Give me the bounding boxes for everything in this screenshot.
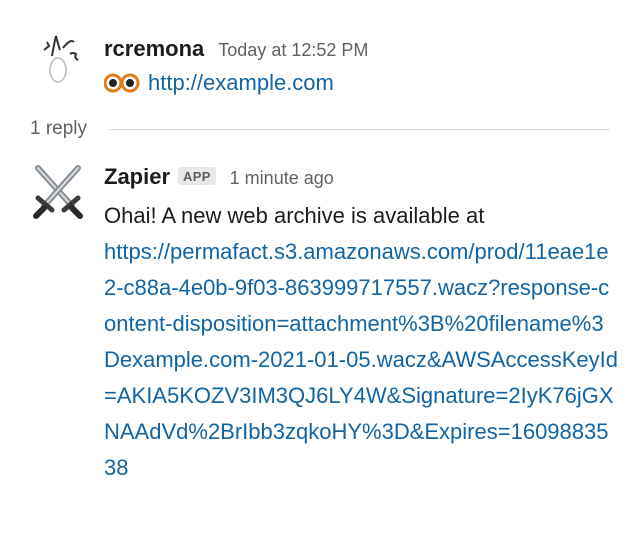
avatar[interactable] [30,162,86,219]
timestamp[interactable]: 1 minute ago [230,168,334,189]
crossed-swords-icon [33,165,83,219]
message-zapier: Zapier APP 1 minute ago Ohai! A new web … [0,0,640,541]
message-text: Ohai! A new web archive is available at [104,203,485,228]
message-header: Zapier APP 1 minute ago [104,164,334,190]
archive-link[interactable]: https://permafact.s3.amazonaws.com/prod/… [104,234,619,486]
message-body: Ohai! A new web archive is available at … [104,198,619,486]
app-badge: APP [178,167,216,185]
username[interactable]: Zapier [104,164,170,190]
